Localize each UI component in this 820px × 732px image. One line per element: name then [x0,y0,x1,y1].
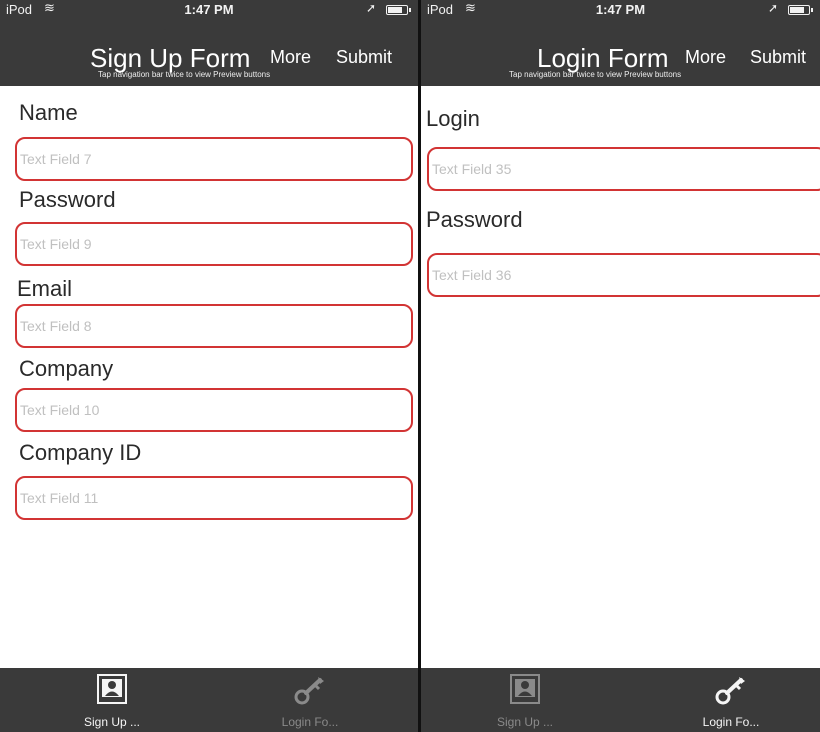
status-bar: iPod ≋ 1:47 PM ➚ [0,0,418,20]
tab-login[interactable]: Login Fo... [661,668,801,732]
submit-button[interactable]: Submit [750,47,806,68]
login-screen: iPod ≋ 1:47 PM ➚ Login Form More Submit … [421,0,820,732]
email-field[interactable]: Text Field 8 [15,304,413,348]
login-field[interactable]: Text Field 35 [427,147,820,191]
more-button[interactable]: More [685,47,726,68]
tab-login[interactable]: Login Fo... [240,668,380,732]
password-field[interactable]: Text Field 9 [15,222,413,266]
tab-bar: Sign Up ... Login Fo... [421,668,820,732]
tab-signup[interactable]: Sign Up ... [42,668,182,732]
key-icon [714,674,748,711]
login-label: Login [426,106,480,131]
nav-hint: Tap navigation bar twice to view Preview… [509,70,682,79]
company-id-field[interactable]: Text Field 11 [15,476,413,520]
navigation-bar[interactable]: Sign Up Form More Submit Tap navigation … [0,20,418,86]
company-label: Company [19,356,114,381]
company-field[interactable]: Text Field 10 [15,388,413,432]
tab-login-label: Login Fo... [281,715,339,729]
tab-signup-label: Sign Up ... [496,715,554,729]
tab-bar: Sign Up ... Login Fo... [0,668,418,732]
tab-signup-label: Sign Up ... [83,715,141,729]
tab-signup[interactable]: Sign Up ... [455,668,595,732]
key-icon [293,674,327,711]
location-arrow-icon: ➚ [767,1,778,15]
battery-icon [788,5,813,15]
password-field[interactable]: Text Field 36 [427,253,820,297]
location-arrow-icon: ➚ [365,1,376,15]
password-label: Password [19,187,116,212]
clock-label: 1:47 PM [184,2,234,17]
company-id-label: Company ID [19,440,142,465]
email-label: Email [17,276,73,301]
battery-icon [386,5,411,15]
signup-screen: iPod ≋ 1:47 PM ➚ Sign Up Form More Submi… [0,0,418,732]
person-portrait-icon [97,674,127,709]
nav-hint: Tap navigation bar twice to view Preview… [98,70,271,79]
submit-button[interactable]: Submit [336,47,392,68]
navigation-bar[interactable]: Login Form More Submit Tap navigation ba… [421,20,820,86]
clock-label: 1:47 PM [595,2,646,17]
more-button[interactable]: More [270,47,311,68]
password-label: Password [426,207,523,232]
tab-login-label: Login Fo... [702,715,760,729]
person-portrait-icon [510,674,540,709]
status-bar: iPod ≋ 1:47 PM ➚ [421,0,820,20]
name-field[interactable]: Text Field 7 [15,137,413,181]
name-label: Name [19,100,78,125]
